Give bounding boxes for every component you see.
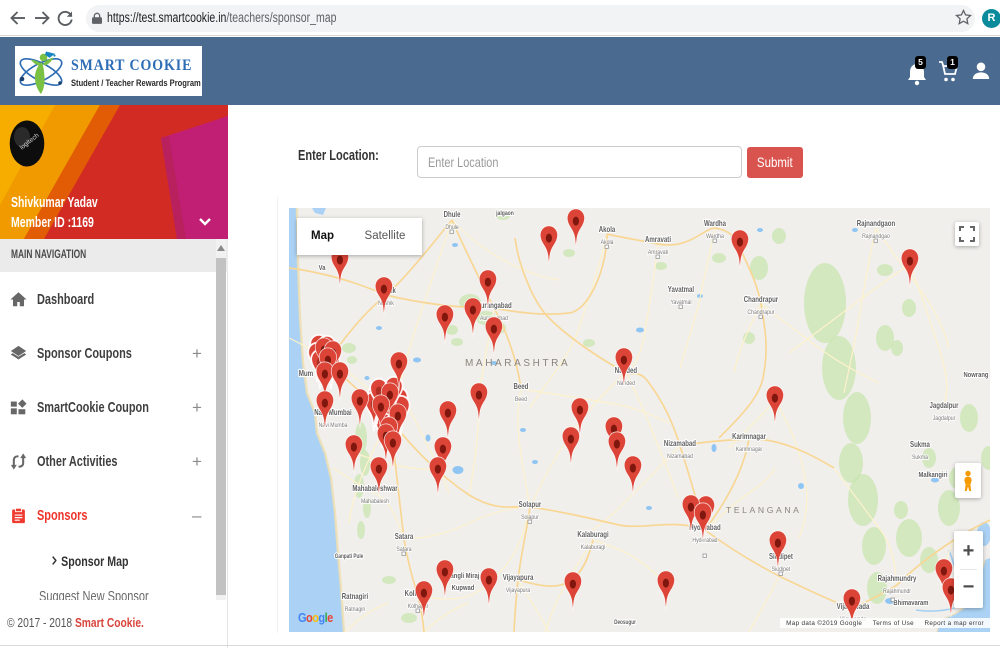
svg-text:Nizamabad: Nizamabad — [667, 454, 693, 461]
svg-text:Karimnagar: Karimnagar — [732, 433, 766, 441]
svg-text:Nizamabad: Nizamabad — [664, 440, 696, 448]
svg-text:Vijayapura: Vijayapura — [503, 574, 534, 582]
svg-text:Beed: Beed — [514, 383, 529, 391]
svg-text:Nowrang: Nowrang — [963, 371, 988, 379]
svg-text:Kalaburagi: Kalaburagi — [581, 545, 606, 552]
svg-text:Solapur: Solapur — [519, 501, 542, 509]
svg-text:Rajnandgaon: Rajnandgaon — [857, 220, 895, 228]
svg-text:Satara: Satara — [395, 533, 414, 541]
svg-text:Beed: Beed — [515, 397, 527, 404]
svg-text:Akola: Akola — [599, 226, 616, 234]
svg-text:Kupwad: Kupwad — [452, 584, 475, 592]
svg-text:Hyderabad: Hyderabad — [692, 538, 717, 545]
svg-text:Va: Va — [319, 264, 326, 272]
svg-text:Jagdalpur: Jagdalpur — [933, 416, 956, 423]
svg-text:Bhimavaram: Bhimavaram — [893, 599, 928, 607]
svg-text:MAHARASHTRA: MAHARASHTRA — [465, 358, 570, 369]
svg-text:jalgaon: jalgaon — [495, 211, 514, 218]
svg-text:TELANGANA: TELANGANA — [726, 505, 801, 515]
svg-text:Yavatmal: Yavatmal — [668, 286, 694, 294]
svg-text:Nanded: Nanded — [617, 381, 635, 388]
svg-text:Siddipet: Siddipet — [769, 553, 794, 561]
svg-text:Sukma: Sukma — [910, 441, 930, 449]
svg-text:Ratnagiri: Ratnagiri — [342, 593, 368, 601]
svg-text:Dhule: Dhule — [444, 211, 461, 219]
svg-text:Ratnagiri: Ratnagiri — [345, 607, 366, 614]
svg-text:Karimnagar: Karimnagar — [736, 447, 763, 454]
svg-text:Amravati: Amravati — [645, 236, 671, 244]
svg-text:Rajahmundr: Rajahmundr — [883, 589, 911, 596]
svg-text:Ganpati Pule: Ganpati Pule — [335, 554, 364, 561]
svg-text:Rajahmundry: Rajahmundry — [878, 575, 917, 583]
svg-text:Kalaburagi: Kalaburagi — [577, 531, 608, 539]
svg-text:Malkangiri: Malkangiri — [919, 471, 948, 479]
svg-text:Vijayapura: Vijayapura — [506, 588, 531, 595]
svg-text:Mahabalesh: Mahabalesh — [361, 499, 389, 506]
svg-text:Wardha: Wardha — [704, 220, 726, 228]
svg-text:Mahabaleshwar: Mahabaleshwar — [352, 485, 397, 493]
svg-text:Chandrapur: Chandrapur — [744, 296, 779, 304]
svg-text:Jagdalpur: Jagdalpur — [929, 402, 958, 410]
svg-text:Navi Mumba: Navi Mumba — [319, 423, 348, 430]
svg-text:Deosugur: Deosugur — [614, 620, 637, 627]
svg-text:Mum: Mum — [299, 369, 314, 378]
svg-text:Sukma: Sukma — [912, 455, 929, 462]
